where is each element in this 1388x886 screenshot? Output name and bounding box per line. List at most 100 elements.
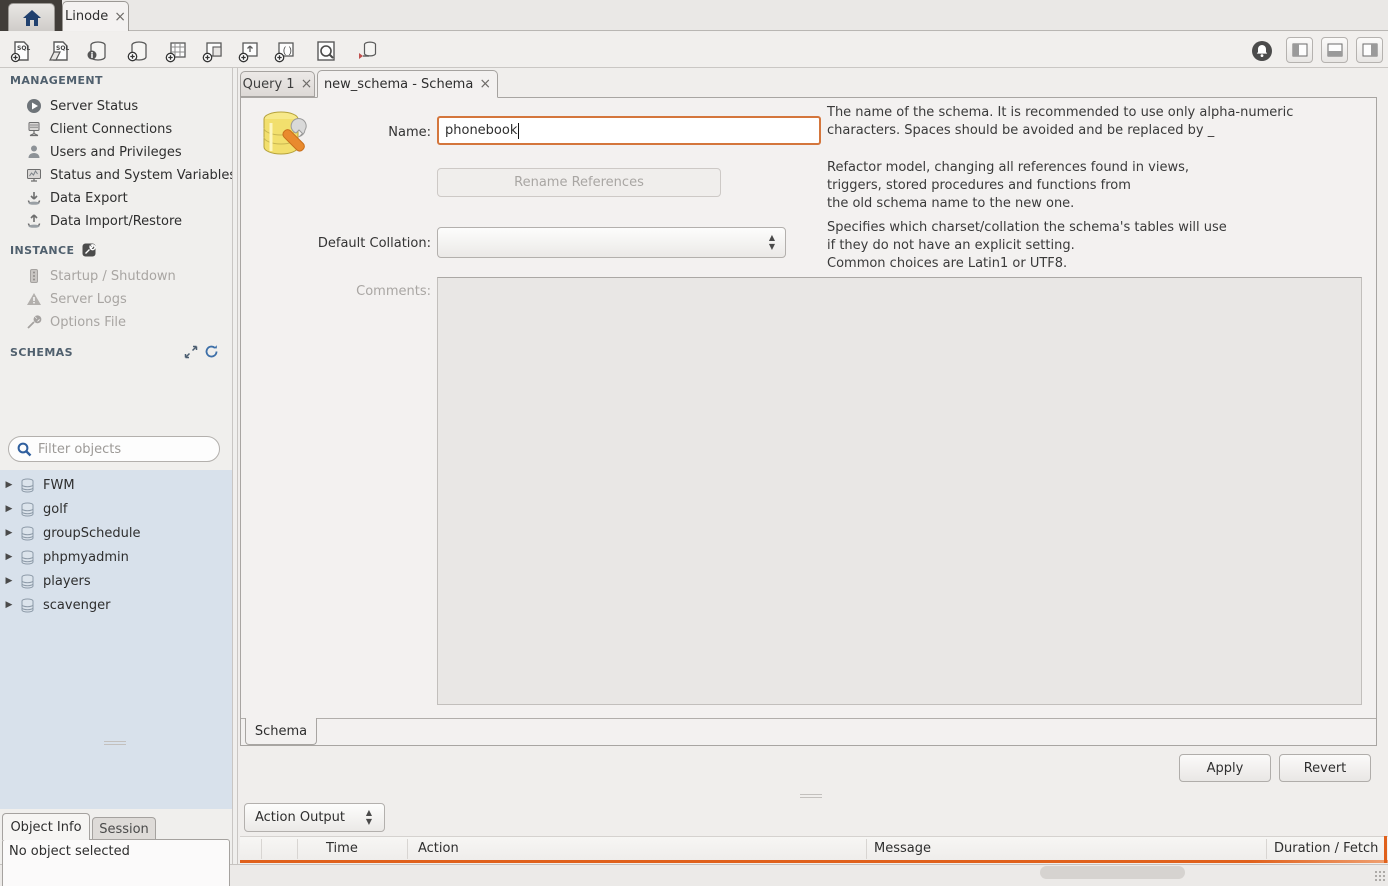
connection-tab-linode[interactable]: Linode × xyxy=(62,1,129,31)
column-header-duration[interactable]: Duration / Fetch xyxy=(1274,841,1378,856)
server-tower-icon xyxy=(26,268,42,284)
apply-button[interactable]: Apply xyxy=(1179,754,1271,782)
tab-query-1[interactable]: Query 1× xyxy=(240,71,315,97)
schema-icon xyxy=(20,478,35,493)
schema-filter-input[interactable] xyxy=(38,442,198,457)
tab-new-schema[interactable]: new_schema - Schema× xyxy=(317,70,498,98)
warning-icon xyxy=(26,291,42,307)
column-header-time[interactable]: Time xyxy=(326,841,358,856)
main-toolbar: SQL SQL i () xyxy=(0,32,1388,68)
data-sync-icon[interactable] xyxy=(354,38,380,64)
column-header-message[interactable]: Message xyxy=(874,841,931,856)
home-icon xyxy=(22,9,42,27)
spinner-arrows-icon[interactable]: ▲▼ xyxy=(769,233,775,251)
revert-button[interactable]: Revert xyxy=(1279,754,1371,782)
sidebar-item-users-privileges[interactable]: Users and Privileges xyxy=(26,141,232,163)
expander-icon[interactable]: ▶ xyxy=(0,552,18,562)
schema-item-groupschedule[interactable]: ▶groupSchedule xyxy=(0,521,232,545)
svg-text:SQL: SQL xyxy=(17,45,30,52)
instance-section-title: INSTANCE xyxy=(10,244,74,257)
client-connections-icon xyxy=(26,121,42,137)
create-procedure-icon[interactable] xyxy=(236,38,262,64)
expander-icon[interactable]: ▶ xyxy=(0,480,18,490)
wrench-icon xyxy=(26,314,42,330)
sidebar-item-options-file[interactable]: Options File xyxy=(26,311,232,333)
svg-text:SQL: SQL xyxy=(56,45,69,52)
instance-wrench-badge-icon xyxy=(82,243,96,257)
drop-indicator-edge xyxy=(1384,836,1387,863)
object-info-panel: No object selected xyxy=(2,839,230,886)
refresh-schemas-icon[interactable] xyxy=(204,344,219,363)
name-help-text: The name of the schema. It is recommende… xyxy=(827,104,1377,140)
toggle-right-panel-icon[interactable] xyxy=(1356,37,1383,63)
schema-name-input[interactable]: phonebook xyxy=(437,116,821,145)
mysql-workbench-window: Linode × SQL SQL i () MANAGEMENT Server … xyxy=(0,0,1388,886)
sidebar-main-splitter[interactable] xyxy=(232,68,238,864)
create-schema-icon[interactable] xyxy=(125,38,151,64)
collation-label: Default Collation: xyxy=(291,236,431,251)
inspect-icon[interactable] xyxy=(313,38,339,64)
sidebar-item-client-connections[interactable]: Client Connections xyxy=(26,118,232,140)
column-header-action[interactable]: Action xyxy=(418,841,459,856)
text-caret xyxy=(518,123,519,139)
connection-info-icon[interactable]: i xyxy=(84,38,110,64)
schema-item-golf[interactable]: ▶golf xyxy=(0,497,232,521)
create-function-icon[interactable]: () xyxy=(272,38,298,64)
schema-item-fwm[interactable]: ▶FWM xyxy=(0,473,232,497)
sidebar-splitter-handle[interactable] xyxy=(104,741,126,745)
name-label: Name: xyxy=(291,125,431,140)
column-divider[interactable] xyxy=(407,839,408,859)
expander-icon[interactable]: ▶ xyxy=(0,576,18,586)
column-divider[interactable] xyxy=(866,839,867,859)
column-divider[interactable] xyxy=(297,839,298,859)
object-info-text: No object selected xyxy=(9,844,130,859)
tab-session[interactable]: Session xyxy=(92,817,156,840)
notification-bell-icon[interactable] xyxy=(1249,38,1275,64)
spinner-arrows-icon[interactable]: ▲▼ xyxy=(366,808,372,826)
close-icon[interactable]: × xyxy=(114,9,126,25)
open-sql-script-icon[interactable]: SQL xyxy=(46,38,72,64)
tab-schema-bottom[interactable]: Schema xyxy=(245,718,317,745)
svg-text:(): () xyxy=(282,46,293,56)
schemas-section-title: SCHEMAS xyxy=(10,346,73,359)
rename-references-button[interactable]: Rename References xyxy=(437,168,721,197)
schema-icon xyxy=(20,550,35,565)
output-splitter-handle[interactable] xyxy=(800,794,822,798)
close-icon[interactable]: × xyxy=(479,76,491,92)
comments-textarea[interactable] xyxy=(437,277,1362,705)
new-sql-tab-icon[interactable]: SQL xyxy=(8,38,34,64)
expander-icon[interactable]: ▶ xyxy=(0,600,18,610)
toggle-left-panel-icon[interactable] xyxy=(1286,37,1313,63)
collation-dropdown[interactable]: ▲▼ xyxy=(437,227,786,258)
sidebar-item-server-status[interactable]: Server Status xyxy=(26,95,232,117)
refactor-help-text: Refactor model, changing all references … xyxy=(827,159,1377,213)
sidebar-item-startup-shutdown[interactable]: Startup / Shutdown xyxy=(26,265,232,287)
schema-item-players[interactable]: ▶players xyxy=(0,569,232,593)
column-divider[interactable] xyxy=(261,839,262,859)
horizontal-scrollbar-thumb[interactable] xyxy=(1040,866,1185,879)
sidebar-item-server-logs[interactable]: Server Logs xyxy=(26,288,232,310)
home-tab[interactable] xyxy=(8,3,55,31)
schema-icon xyxy=(20,526,35,541)
create-view-icon[interactable] xyxy=(200,38,226,64)
connection-tab-label: Linode xyxy=(65,9,108,24)
sidebar-item-data-export[interactable]: Data Export xyxy=(26,187,232,209)
window-resize-grip[interactable] xyxy=(1374,870,1386,882)
data-import-icon xyxy=(26,213,42,229)
expand-schemas-icon[interactable] xyxy=(184,345,198,363)
sidebar-item-data-import[interactable]: Data Import/Restore xyxy=(26,210,232,232)
output-selector-dropdown[interactable]: Action Output ▲▼ xyxy=(244,803,385,832)
management-section-title: MANAGEMENT xyxy=(10,74,103,87)
toggle-bottom-panel-icon[interactable] xyxy=(1321,37,1348,63)
sidebar-item-system-variables[interactable]: Status and System Variables xyxy=(26,164,232,186)
schema-item-phpmyadmin[interactable]: ▶phpmyadmin xyxy=(0,545,232,569)
schema-tree: ▶FWM ▶golf ▶groupSchedule ▶phpmyadmin ▶p… xyxy=(0,470,232,809)
schema-filter xyxy=(8,436,220,462)
column-divider[interactable] xyxy=(1266,839,1267,859)
create-table-icon[interactable] xyxy=(163,38,189,64)
tab-object-info[interactable]: Object Info xyxy=(2,813,90,840)
close-icon[interactable]: × xyxy=(301,76,313,92)
expander-icon[interactable]: ▶ xyxy=(0,504,18,514)
expander-icon[interactable]: ▶ xyxy=(0,528,18,538)
schema-item-scavenger[interactable]: ▶scavenger xyxy=(0,593,232,617)
